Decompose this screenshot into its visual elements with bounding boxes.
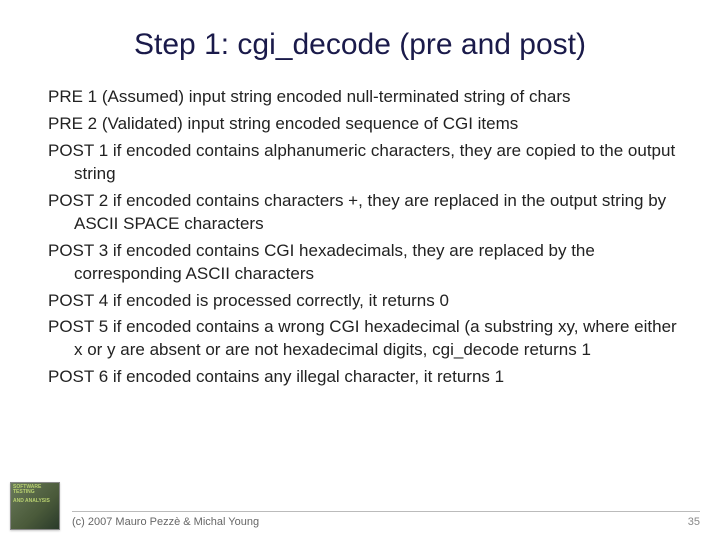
copyright-text: (c) 2007 Mauro Pezzè & Michal Young: [72, 516, 259, 528]
logo-text-line1: SOFTWARE TESTING: [11, 483, 59, 497]
slide-title: Step 1: cgi_decode (pre and post): [0, 0, 720, 86]
page-number: 35: [688, 516, 700, 528]
list-item: PRE 1 (Assumed) input string encoded nul…: [48, 86, 680, 109]
list-item: POST 5 if encoded contains a wrong CGI h…: [48, 316, 680, 362]
list-item: POST 1 if encoded contains alphanumeric …: [48, 140, 680, 186]
slide: Step 1: cgi_decode (pre and post) PRE 1 …: [0, 0, 720, 540]
list-item: POST 3 if encoded contains CGI hexadecim…: [48, 240, 680, 286]
book-cover-logo: SOFTWARE TESTING AND ANALYSIS: [10, 482, 60, 530]
logo-text-line2: AND ANALYSIS: [11, 497, 59, 506]
footer: (c) 2007 Mauro Pezzè & Michal Young 35: [72, 511, 700, 528]
body-text: PRE 1 (Assumed) input string encoded nul…: [0, 86, 720, 389]
list-item: PRE 2 (Validated) input string encoded s…: [48, 113, 680, 136]
list-item: POST 4 if encoded is processed correctly…: [48, 290, 680, 313]
footer-divider: [72, 511, 700, 512]
list-item: POST 2 if encoded contains characters +,…: [48, 190, 680, 236]
list-item: POST 6 if encoded contains any illegal c…: [48, 366, 680, 389]
